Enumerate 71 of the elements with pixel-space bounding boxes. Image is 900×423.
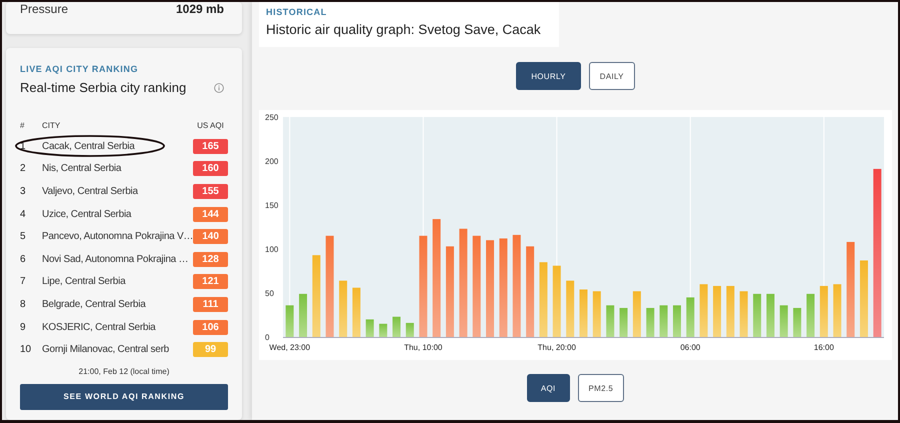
aqi-bar xyxy=(339,280,348,337)
rank-number: 4 xyxy=(20,208,27,220)
aqi-bar xyxy=(606,305,614,337)
aqi-bar xyxy=(286,305,294,337)
rank-number: 5 xyxy=(20,231,27,242)
x-tick-label: 06:00 xyxy=(680,343,700,352)
aqi-value: 99 xyxy=(193,342,228,358)
metric-tab[interactable]: PM2.5 xyxy=(578,374,624,402)
timestamp: 21:00, Feb 12 (local time) xyxy=(78,366,170,376)
world-ranking-button[interactable]: SEE WORLD AQI RANKING xyxy=(20,384,228,410)
x-tick-label: Thu, 10:00 xyxy=(404,343,442,352)
aqi-bar xyxy=(379,324,388,337)
aqi-bar xyxy=(299,294,308,337)
y-tick-label: 250 xyxy=(265,113,278,122)
city-name[interactable]: Pancevo, Autonomna Pokrajina V… xyxy=(42,231,194,242)
aqi-bar xyxy=(753,294,762,337)
rank-number: 6 xyxy=(20,254,27,265)
city-name[interactable]: Gornji Milanovac, Central serb xyxy=(42,344,193,356)
y-tick-label: 50 xyxy=(265,289,274,298)
aqi-bar xyxy=(660,305,668,337)
city-name[interactable]: Lipe, Central Serbia xyxy=(42,276,193,288)
city-name[interactable]: Belgrade, Central Serbia xyxy=(42,298,193,310)
y-tick-label: 150 xyxy=(265,201,278,210)
y-tick-label: 200 xyxy=(265,157,278,166)
city-name[interactable]: Uzice, Central Serbia xyxy=(42,208,193,220)
aqi-bar xyxy=(806,294,815,337)
y-tick-label: 0 xyxy=(265,333,270,342)
aqi-value: 111 xyxy=(193,296,228,312)
aqi-bar xyxy=(392,316,401,337)
metric-tab[interactable]: AQI xyxy=(526,374,570,402)
city-name[interactable]: Valjevo, Central Serbia xyxy=(42,186,193,197)
aqi-value: 160 xyxy=(193,161,228,176)
aqi-value: 106 xyxy=(193,320,228,335)
rank-number: 10 xyxy=(20,344,32,356)
aqi-value: 140 xyxy=(193,229,228,244)
rank-number: 7 xyxy=(20,276,27,288)
aqi-bar xyxy=(566,280,574,337)
graph-title: Historic air quality graph: Svetog Save, Cacak xyxy=(266,22,542,37)
column-header: CITY xyxy=(42,120,62,130)
x-tick-label: 16:00 xyxy=(814,343,834,352)
aqi-bar xyxy=(713,286,722,337)
rank-number: 8 xyxy=(20,298,27,310)
x-tick-label: Wed, 23:00 xyxy=(269,343,310,352)
column-header: US AQI xyxy=(196,120,225,130)
city-name[interactable]: KOSJERIC, Central Serbia xyxy=(42,322,193,333)
column-header: # xyxy=(20,120,26,130)
range-tab[interactable]: HOURLY xyxy=(516,62,581,90)
section-eyebrow: HISTORICAL xyxy=(266,7,328,17)
pressure-value: 1029 mb xyxy=(176,2,224,16)
ranking-title: Real-time Serbia city ranking xyxy=(20,80,186,95)
aqi-value: 144 xyxy=(193,206,228,222)
aqi-value: 121 xyxy=(193,274,228,290)
section-eyebrow: LIVE AQI CITY RANKING xyxy=(20,64,140,74)
info-icon[interactable] xyxy=(214,82,224,92)
aqi-bar xyxy=(620,308,628,337)
x-tick-label: Thu, 20:00 xyxy=(538,343,576,352)
y-tick-label: 100 xyxy=(265,245,278,254)
aqi-bar xyxy=(793,308,802,337)
city-name[interactable]: Nis, Central Serbia xyxy=(42,163,193,174)
rank-number: 2 xyxy=(20,163,27,174)
city-name[interactable]: Cacak, Central Serbia xyxy=(42,140,193,152)
city-name[interactable]: Novi Sad, Autonomna Pokrajina … xyxy=(42,254,193,265)
aqi-value: 128 xyxy=(193,252,228,267)
aqi-bar xyxy=(700,284,708,337)
rank-number: 3 xyxy=(20,186,27,197)
pressure-label: Pressure xyxy=(20,2,68,16)
aqi-value: 155 xyxy=(193,184,228,199)
aqi-value: 165 xyxy=(193,138,228,154)
range-tab[interactable]: DAILY xyxy=(588,62,635,90)
rank-number: 9 xyxy=(20,322,27,333)
aqi-bar xyxy=(580,289,588,337)
